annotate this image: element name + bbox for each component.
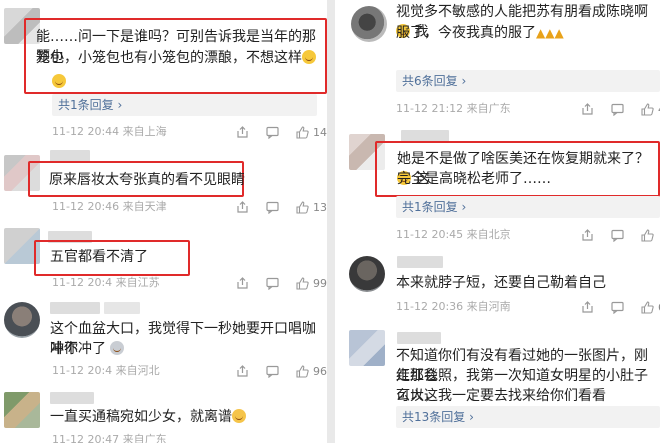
like-icon[interactable] <box>296 125 309 139</box>
avatar[interactable] <box>4 302 40 338</box>
comment-actions: 99 <box>236 275 327 291</box>
comment-meta: 11-12 21:12 来自广东 <box>396 102 511 115</box>
column-divider <box>327 0 335 443</box>
comment-meta: 11-12 20:46 来自天津 <box>52 200 167 213</box>
reply-count-link[interactable]: 共1条回复 › <box>396 196 660 218</box>
comment-actions: 475 <box>581 101 660 117</box>
username-redacted <box>104 302 140 314</box>
laugh-cry-emoji-icon <box>302 50 316 64</box>
comment-meta: 11-12 20:4 来自河北 <box>52 364 160 377</box>
comment-icon[interactable] <box>266 365 279 378</box>
comment-text-line: 么大，我一定要去找来给你们看看 <box>396 388 606 404</box>
comment-meta: 11-12 20:4 来自江苏 <box>52 276 160 289</box>
username-redacted[interactable] <box>397 332 441 344</box>
like-icon[interactable] <box>641 300 654 314</box>
comment-meta: 11-12 20:36 来自河南 <box>396 300 511 313</box>
comment-actions: 141 <box>236 124 327 140</box>
share-icon[interactable] <box>581 102 594 116</box>
right-comment-column: 视觉多不敏感的人能把苏有朋看成陈晓啊 我 服了，今夜我真的服了▲▲▲ 共6条回复… <box>335 0 660 443</box>
comment-item: 能……问一下是谁吗？可别告诉我是当年的那颗小 笼包，小笼包也有小笼包的漂酿，不想… <box>0 0 327 139</box>
laugh-cry-emoji-icon <box>52 74 66 88</box>
comment-icon[interactable] <box>266 277 279 290</box>
share-icon[interactable] <box>236 276 249 290</box>
reply-count-link[interactable]: 共13条回复 › <box>396 406 660 428</box>
like-count: 131 <box>313 200 327 214</box>
like-icon[interactable] <box>296 364 309 378</box>
like-icon[interactable] <box>641 102 654 116</box>
sticker-emoji-icon <box>110 341 125 355</box>
avatar[interactable] <box>349 330 385 366</box>
comment-icon[interactable] <box>611 229 624 242</box>
like-count: 99 <box>313 276 327 290</box>
avatar[interactable] <box>4 392 40 428</box>
comment-icon[interactable] <box>611 301 624 314</box>
comment-icon[interactable] <box>266 201 279 214</box>
comment-meta: 11-12 20:47 来自广东 <box>52 433 167 443</box>
share-icon[interactable] <box>236 364 249 378</box>
comment-text-line: 冲不冲了 <box>50 339 125 359</box>
like-icon[interactable] <box>641 228 654 242</box>
share-icon[interactable] <box>236 200 249 214</box>
comment-actions: 131 <box>236 199 327 215</box>
share-icon[interactable] <box>581 228 594 242</box>
share-icon[interactable] <box>236 125 249 139</box>
comment-icon[interactable] <box>611 103 624 116</box>
pray-hands-emoji-icon: ▲▲▲ <box>536 26 564 40</box>
username-redacted[interactable] <box>50 392 94 404</box>
reply-count-link[interactable]: 共6条回复 › <box>396 70 660 92</box>
comment-actions: 60 <box>581 299 660 315</box>
like-count: 141 <box>313 125 327 139</box>
avatar[interactable] <box>351 6 387 42</box>
comment-actions: 96 <box>236 363 327 379</box>
left-comment-column: 能……问一下是谁吗？可别告诉我是当年的那颗小 笼包，小笼包也有小笼包的漂酿，不想… <box>0 0 327 443</box>
username-redacted[interactable] <box>50 302 100 314</box>
reply-count-link[interactable]: 共1条回复 › <box>52 94 317 116</box>
comment-text-line: 完全是高晓松老师了…… <box>397 171 551 187</box>
avatar[interactable] <box>349 256 385 292</box>
comment-meta: 11-12 20:45 来自北京 <box>396 228 511 241</box>
crying-emoji-icon <box>232 409 246 423</box>
comment-text: 五官都看不清了 <box>50 249 148 265</box>
comment-text: 本来就脖子短，还要自己勒着自己 <box>396 275 606 291</box>
like-icon[interactable] <box>296 200 309 214</box>
like-icon[interactable] <box>296 276 309 290</box>
like-count: 96 <box>313 364 327 378</box>
comment-meta: 11-12 20:44 来自上海 <box>52 125 167 138</box>
comment-text: 一直买通稿宛如少女，就离谱 <box>50 407 246 427</box>
comment-text: 原来唇妆太夸张真的看不见眼睛 <box>49 172 245 188</box>
share-icon[interactable] <box>581 300 594 314</box>
comment-actions <box>581 227 654 243</box>
comment-text-line: 笼包，小笼包也有小笼包的漂酿，不想这样 <box>36 48 316 68</box>
comment-text-line: 服了，今夜我真的服了▲▲▲ <box>396 25 564 41</box>
comment-icon[interactable] <box>266 126 279 139</box>
username-redacted[interactable] <box>397 256 443 268</box>
